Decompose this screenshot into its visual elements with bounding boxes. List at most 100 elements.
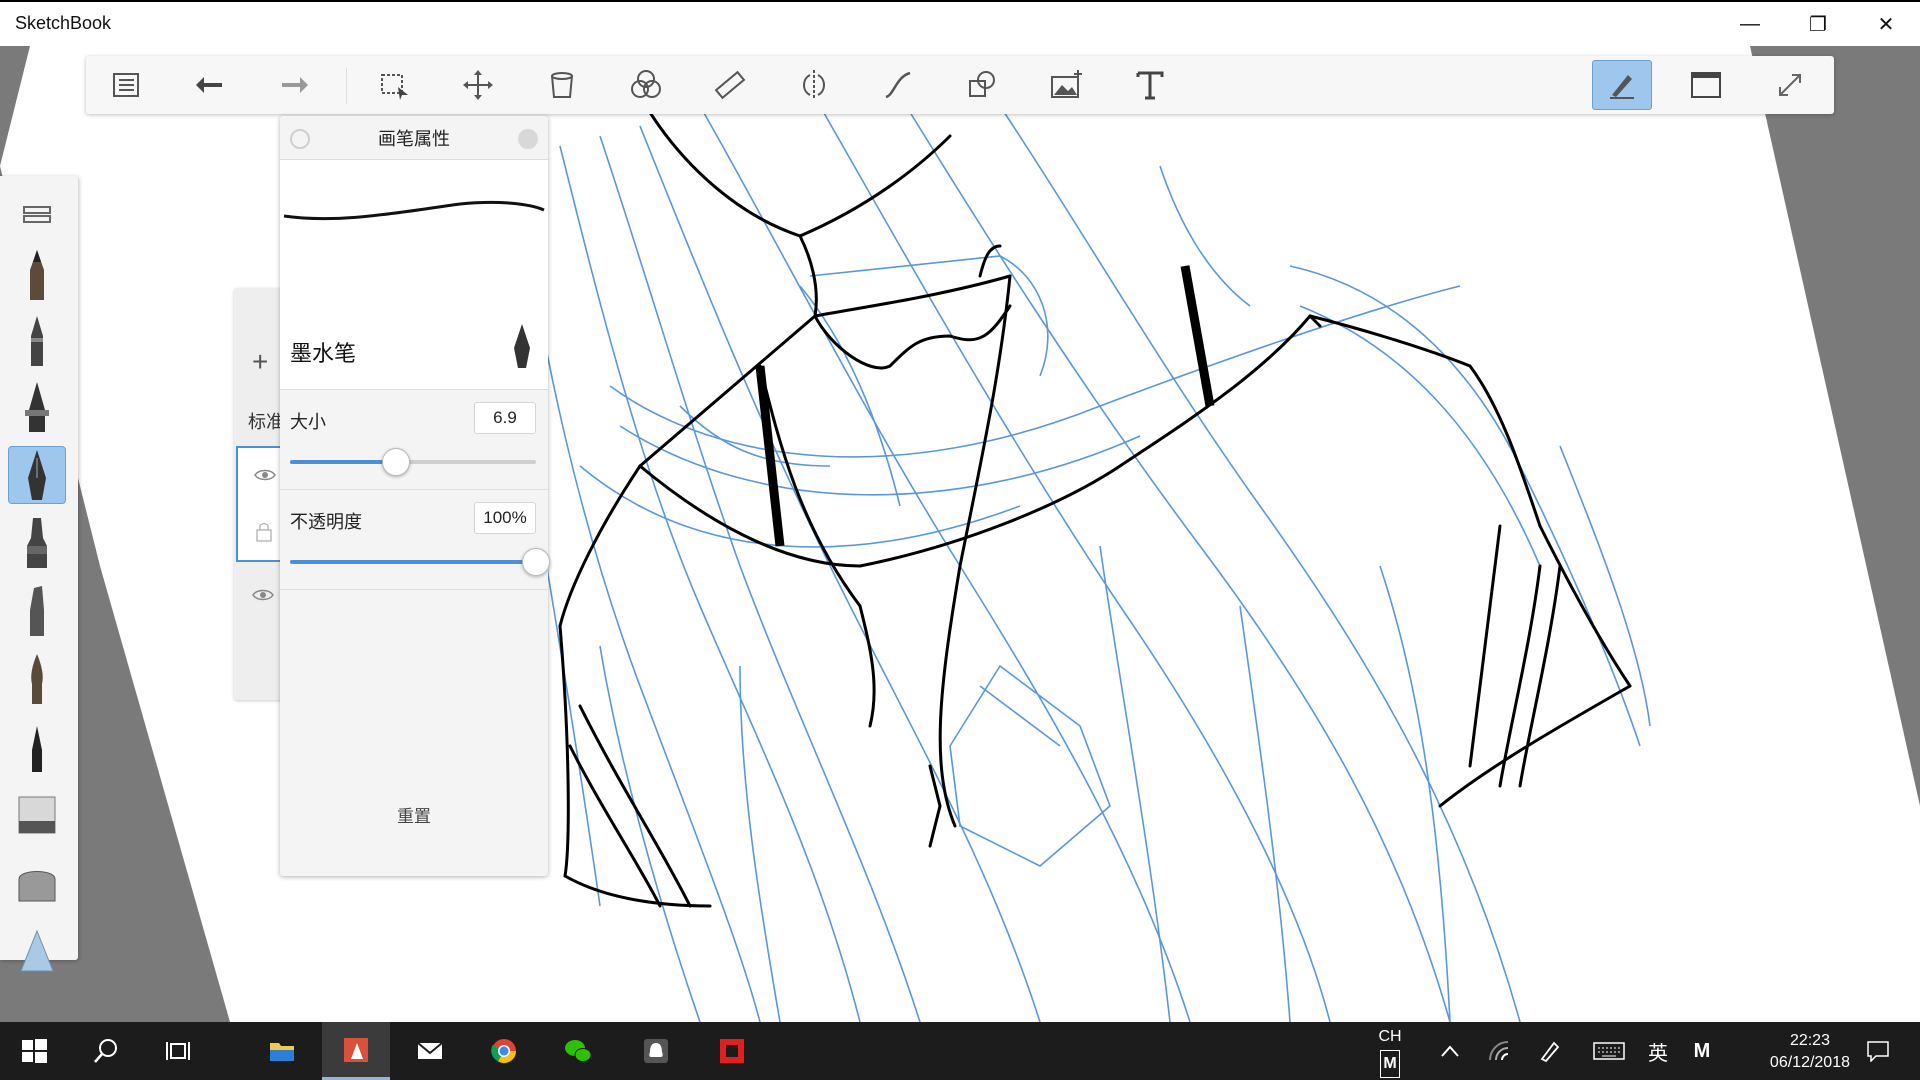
network-button[interactable] [1480, 1022, 1520, 1080]
symmetry-icon [803, 70, 825, 100]
opacity-slider[interactable] [290, 548, 550, 576]
technical-pen-brush[interactable] [8, 378, 66, 436]
search-button[interactable] [72, 1022, 140, 1080]
soft-eraser-brush[interactable] [8, 854, 66, 912]
hard-eraser-brush[interactable] [8, 786, 66, 844]
taskbar-qq[interactable] [622, 1022, 690, 1080]
canvas-view-button[interactable] [1676, 60, 1736, 110]
pencil-brush[interactable] [8, 246, 66, 304]
ruler-icon [714, 70, 746, 100]
task-view-button[interactable] [144, 1022, 212, 1080]
taskbar-chrome[interactable] [470, 1022, 538, 1080]
opacity-value-input[interactable]: 100% [474, 502, 536, 534]
fullscreen-button[interactable] [1760, 60, 1820, 110]
folder-icon [270, 1043, 294, 1061]
clock[interactable]: 22:23 06/12/2018 [1770, 1030, 1850, 1074]
color-editor-button[interactable] [616, 60, 676, 110]
close-button[interactable]: ✕ [1852, 2, 1920, 46]
mail-icon [417, 1042, 443, 1059]
transform-button[interactable] [448, 60, 508, 110]
chrome-icon [491, 1039, 516, 1064]
steady-stroke-button[interactable] [868, 60, 928, 110]
input-language[interactable]: CH M [1360, 1022, 1420, 1080]
start-button[interactable] [0, 1022, 68, 1080]
redo-button[interactable] [264, 60, 324, 110]
add-layer-button[interactable]: + [252, 346, 268, 378]
size-row: 大小 6.9 [280, 390, 548, 490]
pen-workspace-button[interactable] [1530, 1022, 1570, 1080]
panel-close-icon[interactable] [518, 129, 538, 149]
select-button[interactable] [364, 60, 424, 110]
text-button[interactable] [1120, 60, 1180, 110]
size-slider-fill [290, 460, 396, 464]
taskbar-mail[interactable] [396, 1022, 464, 1080]
symmetry-button[interactable] [784, 60, 844, 110]
touch-keyboard-button[interactable] [1584, 1022, 1634, 1080]
ime-language-button[interactable]: 英 [1640, 1022, 1676, 1080]
opacity-row: 不透明度 100% [280, 490, 550, 590]
taskbar-sketchbook[interactable] [322, 1022, 390, 1080]
palette-menu-button[interactable] [8, 186, 66, 244]
redo-icon [282, 77, 308, 93]
opacity-label: 不透明度 [290, 512, 362, 532]
opacity-slider-fill [290, 560, 536, 564]
undo-button[interactable] [180, 60, 240, 110]
action-center-button[interactable] [1852, 1022, 1904, 1080]
move-icon [463, 70, 493, 100]
brush-properties-header: 画笔属性 [280, 116, 548, 160]
expand-icon [1779, 74, 1801, 96]
ink-pen-icon [514, 324, 530, 368]
panel-pin-icon[interactable] [290, 129, 310, 149]
size-slider[interactable] [290, 448, 536, 476]
brush-preview: 墨水笔 [280, 160, 548, 390]
show-hidden-icons-button[interactable] [1430, 1022, 1470, 1080]
reset-button[interactable]: 重置 [280, 802, 548, 827]
window-icon [1691, 72, 1721, 98]
eye-icon[interactable] [254, 468, 276, 482]
taskbar: CH M 英 M 22:23 06/12/2018 [0, 1022, 1920, 1080]
shapes-button[interactable] [952, 60, 1012, 110]
size-label: 大小 [290, 412, 326, 432]
wifi-icon [1489, 1041, 1509, 1061]
app-icon [720, 1039, 744, 1063]
marker-brush[interactable] [8, 514, 66, 572]
fine-brush[interactable] [8, 718, 66, 776]
fill-button[interactable] [532, 60, 592, 110]
size-slider-knob[interactable] [381, 448, 410, 476]
panel-title: 画笔属性 [378, 128, 450, 149]
ime-mode: M [1380, 1050, 1400, 1078]
brush-mode-button[interactable] [1592, 60, 1652, 110]
windows-icon [22, 1039, 47, 1063]
size-value-input[interactable]: 6.9 [474, 402, 536, 434]
text-icon [1136, 71, 1164, 100]
bucket-icon [551, 72, 573, 98]
clock-time: 22:23 [1789, 1032, 1830, 1049]
taskbar-red-app[interactable] [698, 1022, 766, 1080]
ime-m-button[interactable]: M [1684, 1022, 1720, 1080]
eye-icon[interactable] [252, 588, 274, 602]
language-code: CH [1378, 1028, 1402, 1045]
ink-pen-brush[interactable] [8, 446, 66, 504]
airbrush-icon [20, 929, 54, 972]
chisel-marker-brush[interactable] [8, 582, 66, 640]
airbrush-brush[interactable] [8, 922, 66, 980]
layer-editor-button[interactable] [96, 60, 156, 110]
fine-brush-icon [32, 726, 42, 772]
minimize-button[interactable]: — [1716, 2, 1784, 46]
restore-button[interactable]: ❐ [1784, 2, 1852, 46]
taskbar-file-explorer[interactable] [248, 1022, 316, 1080]
taskbar-wechat[interactable] [544, 1022, 612, 1080]
stroke-preview [283, 200, 545, 221]
image-icon [1051, 70, 1082, 98]
add-image-button[interactable] [1036, 60, 1096, 110]
brush-pen-icon [31, 654, 43, 704]
shapes-icon [969, 71, 995, 97]
brush-pen-brush[interactable] [8, 650, 66, 708]
soft-eraser-icon [18, 871, 56, 902]
lock-icon[interactable] [256, 522, 272, 542]
ballpoint-brush[interactable] [8, 312, 66, 370]
pencil-icon [30, 250, 44, 300]
opacity-slider-knob[interactable] [522, 548, 550, 576]
ruler-button[interactable] [700, 60, 760, 110]
layer-mode-label: 标准 [248, 412, 284, 432]
